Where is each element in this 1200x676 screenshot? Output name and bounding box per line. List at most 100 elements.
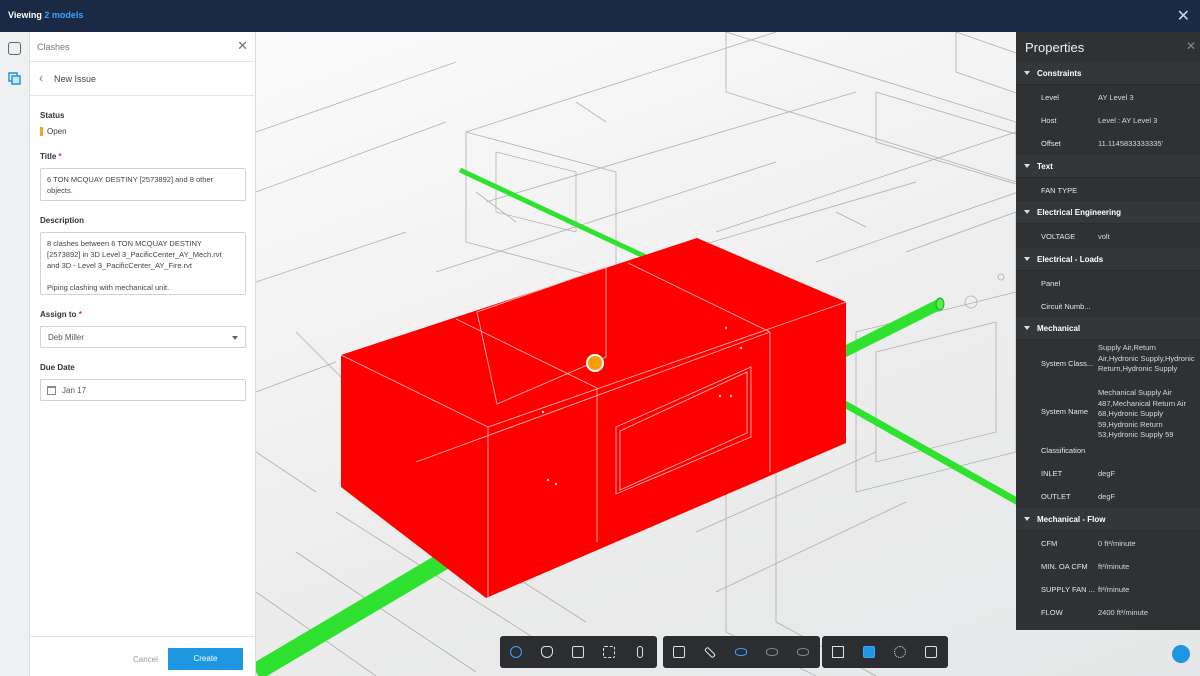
section-box-icon[interactable] — [670, 643, 688, 661]
title-label: Title * — [40, 152, 62, 161]
properties-icon[interactable] — [860, 643, 878, 661]
settings-toolbar — [822, 636, 948, 668]
top-bar: Viewing 2 models ✕ — [0, 0, 1200, 32]
pan-icon[interactable] — [538, 643, 556, 661]
caret-down-icon — [1024, 71, 1030, 75]
clash-object[interactable] — [340, 238, 847, 598]
section-label: Mechanical — [1037, 324, 1081, 333]
status-text: Open — [47, 127, 67, 136]
title-field[interactable]: 6 TON MCQUAY DESTINY [2573892] and 8 oth… — [40, 168, 246, 201]
caret-down-icon — [1024, 326, 1030, 330]
properties-title: Properties — [1025, 40, 1085, 55]
property-key: Level — [1041, 93, 1059, 102]
close-icon[interactable]: ✕ — [1186, 39, 1196, 53]
due-date-field[interactable]: Jan 17 — [40, 379, 246, 401]
hide-icon[interactable] — [763, 643, 781, 661]
section-mechanical-flow[interactable]: Mechanical - Flow — [1016, 508, 1200, 531]
caret-down-icon — [1024, 517, 1030, 521]
caret-down-icon — [1024, 164, 1030, 168]
navigation-toolbar — [500, 636, 657, 668]
create-button[interactable]: Create — [168, 648, 243, 670]
model-browser-icon[interactable] — [829, 643, 847, 661]
description-field[interactable]: 8 clashes between 6 TON MCQUAY DESTINY [… — [40, 232, 246, 295]
viewing-title: Viewing 2 models — [8, 10, 83, 20]
section-electrical-engineering[interactable]: Electrical Engineering — [1016, 201, 1200, 224]
fit-view-icon[interactable] — [569, 643, 587, 661]
title-field-text: 6 TON MCQUAY DESTINY [2573892] and 8 oth… — [47, 175, 214, 195]
section-electrical-loads[interactable]: Electrical - Loads — [1016, 248, 1200, 271]
pipe-lower — [256, 545, 459, 676]
close-icon[interactable]: ✕ — [237, 38, 248, 54]
status-value[interactable]: Open — [40, 127, 67, 137]
status-label: Status — [40, 111, 65, 120]
property-key: CFM — [1041, 539, 1058, 548]
clashes-icon[interactable] — [8, 72, 21, 85]
section-label: Mechanical - Flow — [1037, 515, 1106, 524]
property-value: degF — [1098, 492, 1116, 501]
section-constraints[interactable]: Constraints — [1016, 62, 1200, 85]
property-value: ft³/minute — [1098, 585, 1130, 594]
property-key: MIN. OA CFM — [1041, 562, 1088, 571]
close-icon[interactable]: ✕ — [1177, 6, 1190, 26]
settings-icon[interactable] — [891, 643, 909, 661]
description-line: Piping clashing with mechanical unit. — [47, 283, 170, 292]
fullscreen-icon[interactable] — [922, 643, 940, 661]
property-key: Offset — [1041, 139, 1061, 148]
orbit-icon[interactable] — [507, 643, 525, 661]
property-value: Supply Air,Return Air,Hydronic Supply,Hy… — [1098, 343, 1195, 373]
properties-panel: Properties ✕ Constraints Level AY Level 3… — [1016, 32, 1200, 630]
help-icon[interactable] — [1172, 645, 1190, 663]
section-label: Electrical Engineering — [1037, 208, 1122, 217]
cancel-button[interactable]: Cancel — [133, 655, 158, 664]
measure-icon[interactable] — [701, 643, 719, 661]
property-key: VOLTAGE — [1041, 232, 1076, 241]
model-tools-toolbar — [663, 636, 820, 668]
property-key: FLOW — [1041, 608, 1063, 617]
section-label: Constraints — [1037, 69, 1082, 78]
issue-pin-icon[interactable] — [586, 354, 604, 372]
walk-icon[interactable] — [631, 643, 649, 661]
property-value: volt — [1098, 232, 1110, 241]
property-key: System Class... — [1041, 359, 1094, 368]
property-value: ft³/minute — [1098, 562, 1130, 571]
isolate-icon[interactable] — [794, 643, 812, 661]
viewing-label: Viewing — [8, 10, 42, 20]
section-mechanical[interactable]: Mechanical — [1016, 317, 1200, 340]
property-key: FAN TYPE — [1041, 186, 1078, 195]
assign-select[interactable]: Deb Miller — [40, 326, 246, 348]
property-key: OUTLET — [1041, 492, 1071, 501]
assign-label-text: Assign to — [40, 310, 77, 319]
caret-down-icon — [1024, 257, 1030, 261]
description-label: Description — [40, 216, 85, 225]
property-key: Circuit Numb... — [1041, 302, 1091, 311]
new-issue-title: New Issue — [54, 74, 97, 84]
property-value: Mechanical Supply Air 487,Mechanical Ret… — [1098, 388, 1186, 439]
visibility-icon[interactable] — [732, 643, 750, 661]
description-line: 8 clashes between 6 TON MCQUAY DESTINY — [47, 239, 202, 248]
assign-label: Assign to * — [40, 310, 82, 319]
panel-title: Clashes — [37, 42, 70, 52]
document-icon[interactable] — [8, 42, 21, 55]
property-value: degF — [1098, 469, 1116, 478]
chevron-down-icon — [232, 336, 238, 340]
models-link[interactable]: 2 models — [44, 10, 83, 20]
panel-header: Clashes ✕ — [30, 32, 256, 62]
property-key: SUPPLY FAN ... — [1041, 585, 1095, 594]
description-line: and 3D - Level 3_PacificCenter_AY_Fire.r… — [47, 261, 192, 270]
due-date-value: Jan 17 — [62, 386, 87, 395]
property-key: Panel — [1041, 279, 1061, 288]
back-arrow-icon[interactable]: ‹ — [39, 71, 43, 85]
property-value: 0 ft³/minute — [1098, 539, 1136, 548]
property-key: INLET — [1041, 469, 1063, 478]
left-rail — [0, 32, 30, 676]
property-key: Host — [1041, 116, 1057, 125]
section-label: Text — [1037, 162, 1053, 171]
section-text[interactable]: Text — [1016, 155, 1200, 178]
property-value: AY Level 3 — [1098, 93, 1134, 102]
caret-down-icon — [1024, 210, 1030, 214]
clashes-panel: Clashes ✕ ‹ New Issue Status Open Title … — [30, 32, 256, 676]
description-line — [47, 271, 239, 282]
zoom-window-icon[interactable] — [600, 643, 618, 661]
status-dot-icon — [40, 127, 43, 137]
property-key: System Name — [1041, 407, 1089, 416]
